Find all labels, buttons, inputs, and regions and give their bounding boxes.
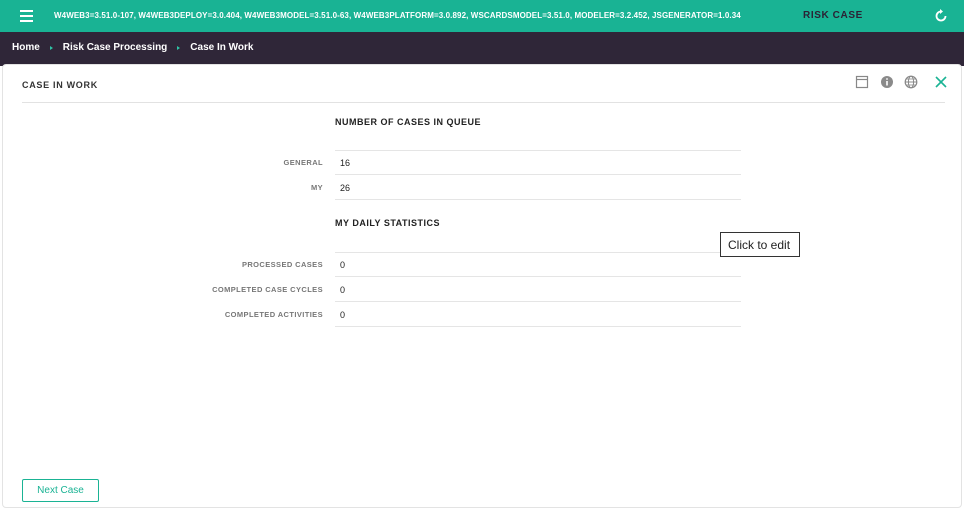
row-label: COMPLETED CASE CYCLES	[212, 285, 323, 294]
info-icon[interactable]	[880, 75, 894, 89]
case-in-work-panel: CASE IN WORK NUMBER OF CASES IN QUEUE GE…	[2, 64, 962, 508]
breadcrumb-risk-case-processing[interactable]: Risk Case Processing	[63, 42, 168, 53]
completed-case-cycles-field[interactable]: 0	[335, 278, 741, 302]
daily-row-completed-case-cycles: COMPLETED CASE CYCLES 0	[3, 277, 963, 303]
daily-section-title: MY DAILY STATISTICS	[335, 218, 441, 228]
daily-row-completed-activities: COMPLETED ACTIVITIES 0	[3, 302, 963, 328]
panel-header-divider	[22, 102, 945, 103]
daily-row-processed-cases: PROCESSED CASES 0	[3, 252, 963, 278]
next-case-button[interactable]: Next Case	[22, 479, 99, 502]
breadcrumb-separator-icon	[49, 45, 53, 50]
hamburger-icon[interactable]	[17, 7, 37, 25]
queue-section-title: NUMBER OF CASES IN QUEUE	[335, 117, 482, 127]
row-label: GENERAL	[283, 158, 323, 167]
globe-icon[interactable]	[904, 75, 918, 89]
row-label: COMPLETED ACTIVITIES	[224, 310, 323, 319]
queue-row-my: MY 26	[3, 175, 963, 201]
breadcrumb-case-in-work[interactable]: Case In Work	[190, 42, 253, 53]
app-title: RISK CASE	[803, 10, 863, 21]
my-count-field[interactable]: 26	[335, 176, 741, 200]
completed-activities-field[interactable]: 0	[335, 303, 741, 327]
breadcrumb-bar: Home Risk Case Processing Case In Work	[0, 32, 964, 66]
row-label: MY	[310, 183, 323, 192]
click-to-edit-tooltip: Click to edit	[720, 232, 800, 257]
breadcrumb-separator-icon	[177, 45, 181, 50]
queue-row-general: GENERAL 16	[3, 150, 963, 176]
breadcrumb-home[interactable]: Home	[12, 42, 40, 53]
general-count-field[interactable]: 16	[335, 151, 741, 175]
refresh-icon[interactable]	[932, 7, 950, 25]
row-label: PROCESSED CASES	[241, 260, 323, 269]
panel-title: CASE IN WORK	[22, 80, 98, 90]
breadcrumb: Home Risk Case Processing Case In Work	[12, 42, 253, 53]
version-info: W4WEB3=3.51.0-107, W4WEB3DEPLOY=3.0.404,…	[54, 11, 741, 20]
window-icon[interactable]	[855, 75, 869, 89]
top-bar: W4WEB3=3.51.0-107, W4WEB3DEPLOY=3.0.404,…	[0, 0, 964, 32]
processed-cases-field[interactable]: 0	[335, 253, 741, 277]
close-icon[interactable]	[934, 75, 948, 89]
